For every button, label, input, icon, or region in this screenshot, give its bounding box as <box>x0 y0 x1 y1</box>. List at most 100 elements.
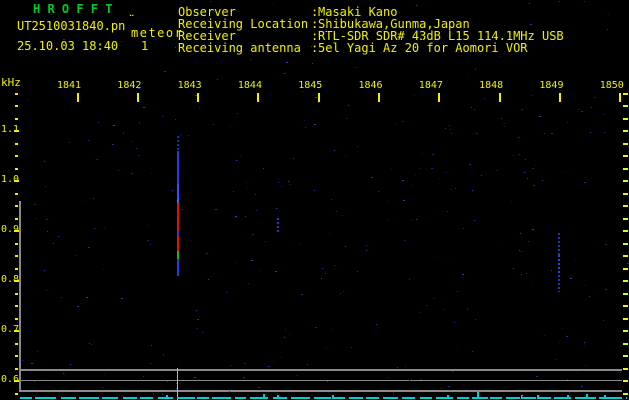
noise-dot <box>543 334 545 336</box>
noise-dot <box>560 102 562 104</box>
noise-dot <box>196 327 199 329</box>
noise-dot <box>555 358 557 360</box>
noise-dot <box>161 394 163 396</box>
noise-dot <box>474 108 476 110</box>
time-tick <box>76 93 79 102</box>
noise-dot <box>580 110 583 112</box>
noise-dot <box>22 168 24 170</box>
time-tick <box>378 93 380 102</box>
noise-dot <box>263 168 265 170</box>
noise-dot <box>289 183 292 185</box>
level-dash <box>625 397 627 399</box>
noise-dot <box>102 386 104 388</box>
noise-dot <box>216 79 218 81</box>
noise-dot <box>500 56 502 58</box>
noise-dot <box>370 177 373 178</box>
freq-tick <box>15 392 18 395</box>
noise-dot <box>225 292 227 294</box>
noise-dot <box>147 224 149 226</box>
noise-dot <box>230 126 232 128</box>
noise-dot <box>304 119 306 121</box>
noise-dot <box>529 3 531 5</box>
noise-dot <box>199 316 201 318</box>
noise-dot <box>91 6 93 8</box>
noise-dot <box>550 269 552 271</box>
freq-tick-right <box>623 305 628 307</box>
noise-dot <box>517 137 520 139</box>
noise-dot <box>495 170 498 172</box>
noise-dot <box>314 97 317 99</box>
noise-dot <box>450 128 452 130</box>
freq-tick-right <box>623 280 628 282</box>
noise-dot <box>408 278 410 279</box>
noise-dot <box>474 220 476 222</box>
noise-dot <box>105 56 107 58</box>
noise-dot <box>47 230 49 232</box>
noise-dot <box>166 380 168 382</box>
level-dash <box>490 397 503 399</box>
noise-dot <box>462 273 465 275</box>
noise-dot <box>568 392 570 394</box>
noise-dot <box>521 273 523 275</box>
capture-filename: UT2510031840.pn <box>17 19 126 33</box>
meteor-count: 1 <box>141 39 149 53</box>
noise-dot <box>92 198 94 200</box>
noise-dot <box>469 164 472 166</box>
level-spike <box>447 395 449 399</box>
freq-tick-right <box>623 317 628 320</box>
noise-dot <box>393 391 395 393</box>
noise-dot <box>606 29 608 31</box>
noise-dot <box>149 243 151 245</box>
noise-dot <box>235 215 238 217</box>
noise-dot <box>366 249 368 251</box>
noise-dot <box>452 371 454 373</box>
level-panel-line <box>19 369 622 371</box>
noise-dot <box>624 349 626 351</box>
noise-dot <box>161 115 163 117</box>
freq-tick <box>15 92 18 95</box>
noise-dot <box>470 107 472 109</box>
freq-tick <box>15 292 18 295</box>
noise-dot <box>194 377 197 379</box>
noise-dot <box>64 374 66 376</box>
noise-dot <box>408 380 410 382</box>
info-label: Receiving antenna <box>178 41 301 55</box>
noise-dot <box>258 270 260 272</box>
noise-dot <box>619 345 621 347</box>
noise-dot <box>329 232 331 234</box>
noise-dot <box>34 380 36 382</box>
noise-dot <box>334 265 337 267</box>
level-dash <box>457 397 469 399</box>
noise-dot <box>313 189 315 191</box>
freq-tick <box>14 130 19 132</box>
noise-dot <box>46 219 49 221</box>
noise-dot <box>327 381 329 383</box>
noise-dot <box>272 361 274 363</box>
freq-tick <box>15 317 18 320</box>
noise-dot <box>356 270 358 272</box>
noise-dot <box>196 309 198 311</box>
noise-dot <box>336 211 338 213</box>
noise-dot <box>365 245 367 247</box>
noise-dot <box>44 270 46 272</box>
noise-dot <box>559 341 561 343</box>
noise-dot <box>49 13 52 15</box>
freq-tick <box>15 367 18 370</box>
datetime-label: 25.10.03 18:40 <box>17 39 119 53</box>
level-dash <box>122 397 137 399</box>
noise-dot <box>138 122 140 124</box>
info-value: 5el Yagi Az 20 for Aomori VOR <box>318 41 528 55</box>
noise-dot <box>345 154 347 156</box>
noise-dot <box>153 393 155 395</box>
noise-dot <box>202 332 204 334</box>
noise-dot <box>454 322 456 324</box>
noise-dot <box>432 154 435 156</box>
noise-dot <box>163 70 166 72</box>
noise-dot <box>380 2 382 4</box>
noise-dot <box>530 24 533 26</box>
freq-tick-right <box>623 167 628 170</box>
level-dash <box>402 397 415 399</box>
noise-dot <box>122 133 124 135</box>
noise-dot <box>137 155 139 157</box>
freq-tick-right <box>623 180 628 182</box>
